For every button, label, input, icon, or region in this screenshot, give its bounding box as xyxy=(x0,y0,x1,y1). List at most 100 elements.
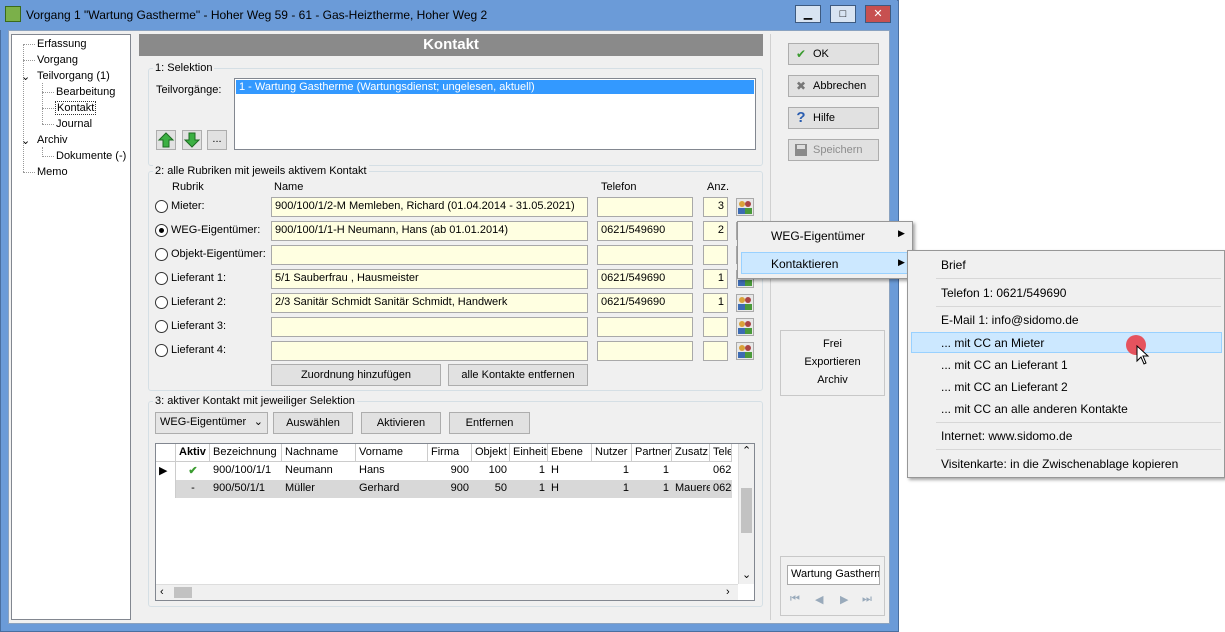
grid-cell[interactable]: 900/100/1/1 xyxy=(210,462,282,480)
active-check-icon[interactable]: ✔ xyxy=(176,462,210,480)
save-button[interactable]: Speichern xyxy=(788,139,879,161)
contact-name-field[interactable]: 900/100/1/2-M Memleben, Richard (01.04.2… xyxy=(271,197,588,217)
menu-item-cc-mieter[interactable]: ... mit CC an Mieter xyxy=(911,332,1222,353)
scroll-down-icon[interactable]: ⌄ xyxy=(742,568,751,581)
contact-name-field[interactable]: 900/100/1/1-H Neumann, Hans (ab 01.01.20… xyxy=(271,221,588,241)
close-button[interactable]: ✕ xyxy=(865,5,891,23)
teilvorgaenge-list-item[interactable]: 1 - Wartung Gastherme (Wartungsdienst; u… xyxy=(236,80,754,94)
vertical-scrollbar[interactable]: ⌃ ⌄ xyxy=(738,444,754,584)
contact-phone-field[interactable] xyxy=(597,197,693,217)
grid-column-header[interactable]: Einheit xyxy=(510,444,548,462)
grid-cell[interactable]: 0621 xyxy=(710,480,732,498)
grid-cell[interactable]: 1 xyxy=(592,480,632,498)
grid-cell[interactable]: 1 xyxy=(632,480,672,498)
tree-item-journal[interactable]: Journal xyxy=(56,118,92,130)
menu-item-visitenkarte[interactable]: Visitenkarte: in die Zwischenablage kopi… xyxy=(941,457,1178,471)
tree-item-dokumente[interactable]: Dokumente (-) xyxy=(56,150,126,162)
contact-count-field[interactable] xyxy=(703,317,728,337)
tree-item-archiv[interactable]: Archiv xyxy=(37,134,68,146)
export-button[interactable]: Exportieren xyxy=(781,356,884,368)
contact-count-field[interactable] xyxy=(703,341,728,361)
menu-item-cc-lieferant2[interactable]: ... mit CC an Lieferant 2 xyxy=(941,380,1068,394)
cancel-button[interactable]: ✖ Abbrechen xyxy=(788,75,879,97)
horizontal-scrollbar[interactable]: ‹ › xyxy=(156,584,738,600)
contact-name-field[interactable] xyxy=(271,341,588,361)
rubrik-radio[interactable] xyxy=(155,200,168,213)
tree-item-erfassung[interactable]: Erfassung xyxy=(37,38,87,50)
tree-item-bearbeitung[interactable]: Bearbeitung xyxy=(56,86,115,98)
people-icon[interactable] xyxy=(736,342,754,360)
navigator-field[interactable]: Wartung Gastherme xyxy=(787,565,880,585)
activate-button[interactable]: Aktivieren xyxy=(361,412,441,434)
rubrik-radio[interactable] xyxy=(155,344,168,357)
menu-item-internet[interactable]: Internet: www.sidomo.de xyxy=(941,429,1072,443)
remove-all-contacts-button[interactable]: alle Kontakte entfernen xyxy=(448,364,588,386)
next-record-icon[interactable]: ▶ xyxy=(840,593,848,606)
grid-column-header[interactable]: Zusatz xyxy=(672,444,710,462)
grid-column-header[interactable]: Nutzer xyxy=(592,444,632,462)
contact-phone-field[interactable]: 0621/549690 xyxy=(597,269,693,289)
menu-item-kontaktieren[interactable]: Kontaktieren ▶ xyxy=(741,252,909,274)
more-button[interactable]: ... xyxy=(207,130,227,150)
move-down-button[interactable] xyxy=(182,130,202,150)
contact-phone-field[interactable]: 0621/549690 xyxy=(597,221,693,241)
grid-cell[interactable]: 1 xyxy=(510,462,548,480)
frei-button[interactable]: Frei xyxy=(781,338,884,350)
last-record-icon[interactable]: ⏭ xyxy=(862,593,872,606)
menu-item-cc-lieferant1[interactable]: ... mit CC an Lieferant 1 xyxy=(941,358,1068,372)
scroll-left-icon[interactable]: ‹ xyxy=(160,586,164,598)
tree-item-vorgang[interactable]: Vorgang xyxy=(37,54,78,66)
tree-item-kontakt[interactable]: Kontakt xyxy=(54,101,97,115)
contact-count-field[interactable]: 1 xyxy=(703,293,728,313)
contact-phone-field[interactable] xyxy=(597,341,693,361)
scrollbar-thumb[interactable] xyxy=(174,587,192,598)
minimize-button[interactable]: ▁ xyxy=(795,5,821,23)
grid-cell[interactable]: 1 xyxy=(510,480,548,498)
menu-item-telefon[interactable]: Telefon 1: 0621/549690 xyxy=(941,286,1066,300)
grid-cell[interactable]: 50 xyxy=(472,480,510,498)
maximize-button[interactable]: □ xyxy=(830,5,856,23)
grid-cell[interactable] xyxy=(672,462,710,480)
contact-name-field[interactable] xyxy=(271,245,588,265)
contact-phone-field[interactable]: 0621/549690 xyxy=(597,293,693,313)
grid-cell[interactable]: Müller xyxy=(282,480,356,498)
scroll-right-icon[interactable]: › xyxy=(726,586,730,598)
contact-name-field[interactable] xyxy=(271,317,588,337)
rubrik-radio[interactable] xyxy=(155,296,168,309)
contact-phone-field[interactable] xyxy=(597,317,693,337)
grid-column-header[interactable]: Partner xyxy=(632,444,672,462)
contact-count-field[interactable]: 3 xyxy=(703,197,728,217)
grid-cell[interactable]: 1 xyxy=(592,462,632,480)
inactive-cell[interactable]: - xyxy=(176,480,210,498)
grid-column-header[interactable]: Nachname xyxy=(282,444,356,462)
contact-name-field[interactable]: 2/3 Sanitär Schmidt Sanitär Schmidt, Han… xyxy=(271,293,588,313)
grid-cell[interactable]: 900 xyxy=(428,480,472,498)
menu-item-cc-alle[interactable]: ... mit CC an alle anderen Kontakte xyxy=(941,402,1128,416)
add-assignment-button[interactable]: Zuordnung hinzufügen xyxy=(271,364,441,386)
help-button[interactable]: ? Hilfe xyxy=(788,107,879,129)
grid-column-header[interactable]: Aktiv xyxy=(176,444,210,462)
grid-column-header[interactable]: Ebene xyxy=(548,444,592,462)
grid-cell[interactable]: H xyxy=(548,462,592,480)
prev-record-icon[interactable]: ◀ xyxy=(815,593,823,606)
scroll-up-icon[interactable]: ⌃ xyxy=(742,444,751,457)
grid-cell[interactable]: 900/50/1/1 xyxy=(210,480,282,498)
grid-column-header[interactable]: Telef xyxy=(710,444,732,462)
rubrik-radio[interactable] xyxy=(155,248,168,261)
rubrik-select[interactable]: WEG-Eigentümer ⌄ xyxy=(155,412,268,434)
expand-icon[interactable]: ⌄ xyxy=(21,134,30,147)
grid-cell[interactable]: 0621 xyxy=(710,462,732,480)
grid-cell[interactable]: Neumann xyxy=(282,462,356,480)
grid-cell[interactable]: 900 xyxy=(428,462,472,480)
archiv-button[interactable]: Archiv xyxy=(781,374,884,386)
teilvorgaenge-list[interactable]: 1 - Wartung Gastherme (Wartungsdienst; u… xyxy=(234,78,756,150)
grid-cell[interactable]: Gerhard xyxy=(356,480,428,498)
grid-cell[interactable]: Mauere xyxy=(672,480,710,498)
contact-name-field[interactable]: 5/1 Sauberfrau , Hausmeister xyxy=(271,269,588,289)
row-header[interactable] xyxy=(156,480,176,498)
rubrik-radio[interactable] xyxy=(155,272,168,285)
first-record-icon[interactable]: ⏮ xyxy=(790,593,800,606)
people-icon[interactable] xyxy=(736,318,754,336)
move-up-button[interactable] xyxy=(156,130,176,150)
title-bar[interactable]: Vorgang 1 "Wartung Gastherme" - Hoher We… xyxy=(0,0,897,30)
